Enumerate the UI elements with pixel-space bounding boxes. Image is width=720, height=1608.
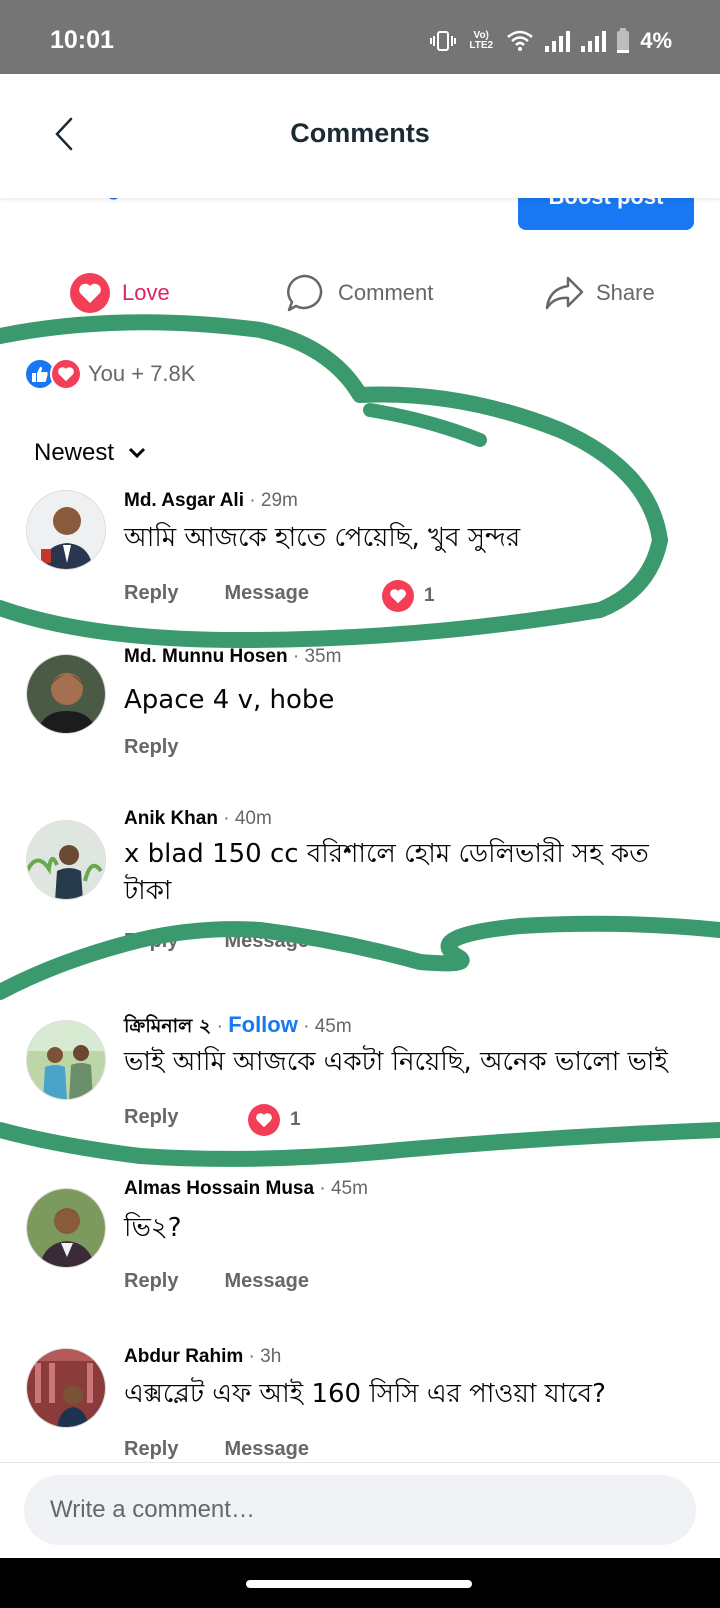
comment-time: 40m [234,808,272,829]
volte-icon: Vo) LTE2 [466,31,496,51]
signal-icon [544,30,571,52]
wifi-icon [506,30,534,52]
comment-text: ভাই আমি আজকে একটা নিয়েছি, অনেক ভালো ভাই [124,1047,668,1077]
reaction-count: 1 [424,585,435,606]
comment-meta: ক্রিমিনাল ২ · Follow · 45m [124,1012,352,1037]
comment-time: 29m [260,490,298,511]
comment-item: Almas Hossain Musa · 45m ভি২? Reply Mess… [0,1178,720,1318]
comment-text: আমি আজকে হাতে পেয়েছি, খুব সুন্দর [124,523,521,553]
comment-meta: Anik Khan · 40m [124,808,272,829]
love-icon [248,1104,280,1136]
avatar[interactable] [26,1020,106,1100]
reaction-badges [24,358,82,390]
sort-dropdown[interactable]: Newest [34,436,146,470]
comment-item: Md. Munnu Hosen · 35m Apace 4 v, hobe Re… [0,646,720,778]
reaction-count: 1 [290,1109,301,1130]
network-label: Vo) LTE2 [469,30,494,51]
comment-author[interactable]: ক্রিমিনাল ২ [124,1015,211,1037]
home-indicator[interactable] [246,1580,472,1588]
reactions-count: You + 7.8K [88,361,196,386]
love-icon [50,358,82,390]
comment-actions: Reply [124,732,224,762]
battery-icon [616,28,630,54]
love-icon [70,273,110,313]
navigation-bar [0,1558,720,1608]
reply-button[interactable]: Reply [124,1270,178,1293]
page-title: Comments [290,118,430,148]
reply-button[interactable]: Reply [124,1106,178,1129]
comment-actions: Reply Message [124,1434,355,1462]
comment-time: 45m [314,1016,352,1037]
comment-text: Apace 4 v, hobe [124,685,335,715]
comment-author[interactable]: Abdur Rahim [124,1348,243,1367]
status-bar: 10:01 Vo) LTE2 4% [0,0,720,74]
comment-button[interactable]: Comment [286,268,433,318]
battery-level: 4% [640,28,672,53]
comment-text: এক্সব্লেট এফ আই 160 সিসি এর পাওয়া যাবে? [124,1379,606,1409]
love-label: Love [122,280,170,305]
comment-time: 45m [330,1178,368,1199]
comment-meta: Md. Asgar Ali · 29m [124,490,298,511]
love-button[interactable]: Love [70,268,170,318]
reply-button[interactable]: Reply [124,930,178,953]
comment-author[interactable]: Md. Asgar Ali [124,490,244,511]
avatar[interactable] [26,820,106,900]
comment-actions: Reply [124,1102,224,1132]
chevron-down-icon [128,447,146,459]
comment-text: x blad 150 cc বরিশালে হোম ডেলিভারী সহ কত… [124,839,649,906]
message-button[interactable]: Message [224,1270,309,1293]
avatar[interactable] [26,1348,106,1428]
comment-meta: Abdur Rahim · 3h [124,1348,282,1367]
reply-button[interactable]: Reply [124,1438,178,1461]
comment-item: Md. Asgar Ali · 29m আমি আজকে হাতে পেয়েছ… [0,490,720,620]
comment-meta: Md. Munnu Hosen · 35m [124,646,342,667]
reactions-summary[interactable]: You + 7.8K [24,356,195,392]
love-icon [382,580,414,612]
message-button[interactable]: Message [224,582,309,605]
comment-input[interactable] [24,1475,696,1545]
comment-time: 3h [260,1348,282,1367]
comment-author[interactable]: Md. Munnu Hosen [124,646,288,667]
comment-time: 35m [304,646,342,667]
post-actions: Love Comment Share [0,268,720,318]
comment-item: Anik Khan · 40m x blad 150 cc বরিশালে হো… [0,808,720,976]
comment-icon [287,274,323,312]
comment-reaction[interactable]: 1 [248,1104,301,1136]
avatar[interactable] [26,490,106,570]
reply-button[interactable]: Reply [124,736,178,759]
boost-post-button[interactable]: Boost post [518,196,694,230]
share-icon [545,276,584,310]
comment-reaction[interactable]: 1 [382,580,435,612]
avatar[interactable] [26,1188,106,1268]
follow-button[interactable]: Follow [228,1012,298,1037]
share-button[interactable]: Share [544,268,655,318]
comment-item: Abdur Rahim · 3h এক্সব্লেট এফ আই 160 সিস… [0,1348,720,1462]
vibrate-icon [430,29,457,53]
status-time: 10:01 [50,26,114,54]
comment-author[interactable]: Anik Khan [124,808,218,829]
comment-label: Comment [338,280,434,305]
share-label: Share [596,280,655,305]
sort-label: Newest [34,439,115,466]
comment-actions: Reply Message [124,578,355,608]
comment-meta: Almas Hossain Musa · 45m [124,1178,368,1199]
status-icons: Vo) LTE2 4% [430,26,672,56]
comments-header: Comments [0,74,720,198]
comment-actions: Reply Message [124,1266,355,1296]
comment-text: ভি২? [124,1213,182,1243]
comment-item: ক্রিমিনাল ২ · Follow · 45m ভাই আমি আজকে … [0,1012,720,1146]
reply-button[interactable]: Reply [124,582,178,605]
message-button[interactable]: Message [224,930,309,953]
comment-author[interactable]: Almas Hossain Musa [124,1178,314,1199]
avatar[interactable] [26,654,106,734]
signal-icon [580,30,607,52]
comment-actions: Reply Message [124,926,355,956]
message-button[interactable]: Message [224,1438,309,1461]
comment-composer [0,1462,720,1558]
